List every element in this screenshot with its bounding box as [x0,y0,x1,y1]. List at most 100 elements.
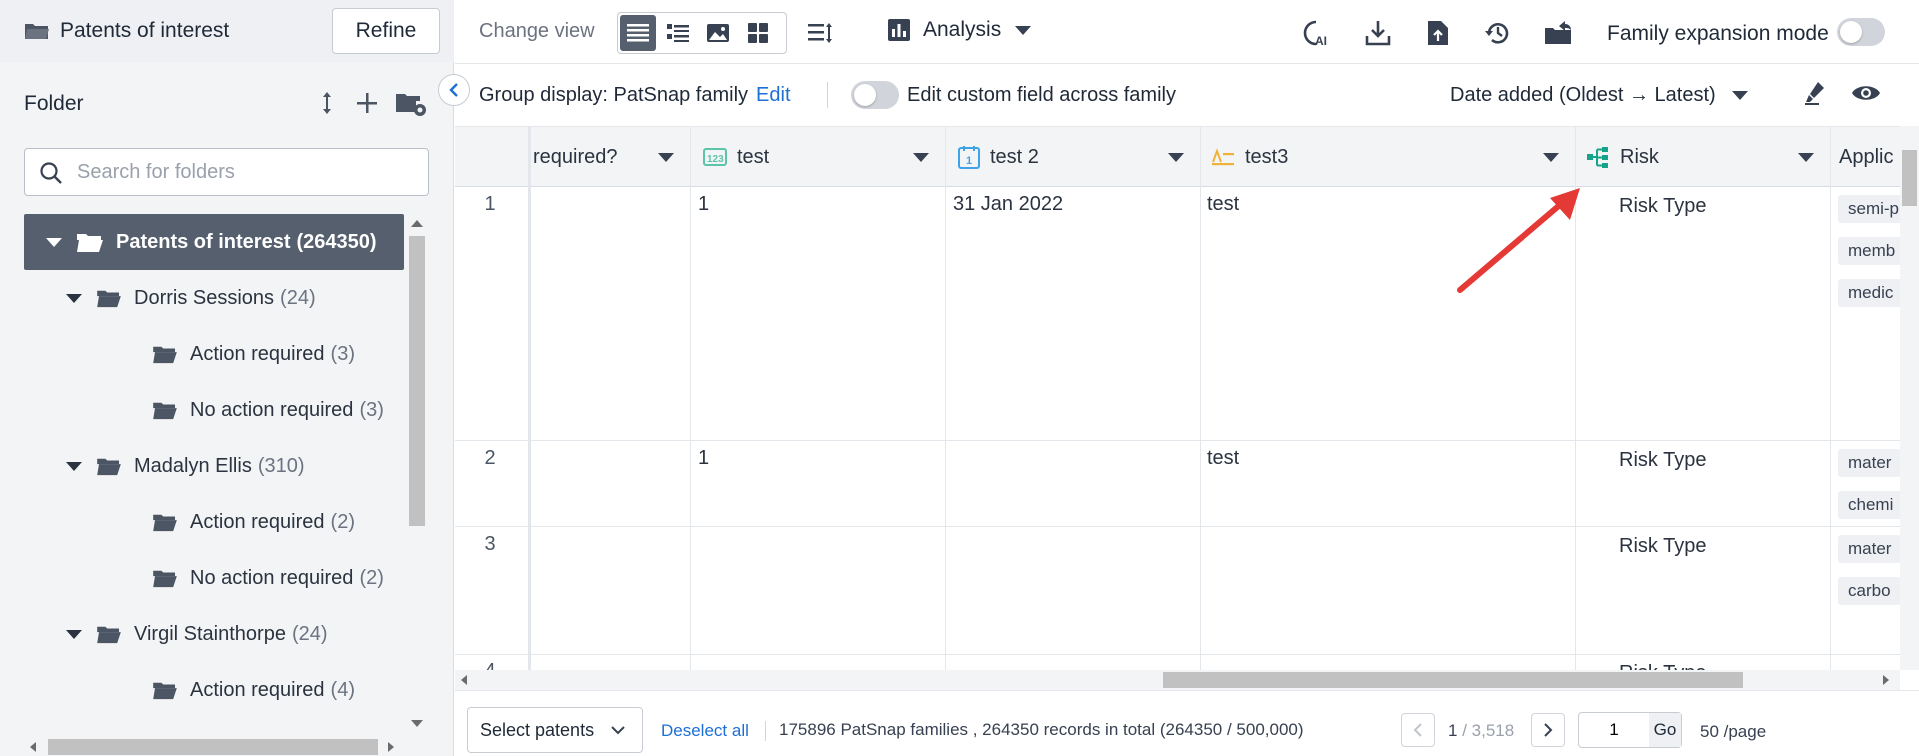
search-input[interactable] [77,159,407,185]
applicant-tag[interactable]: mater [1838,535,1900,563]
caret-down-icon[interactable] [1168,153,1184,162]
page-size-selector[interactable]: 50 /page [1700,722,1766,742]
cell-risk[interactable]: Risk Type [1619,662,1706,670]
refine-button[interactable]: Refine [332,8,440,54]
collapse-sidebar-button[interactable] [438,74,470,106]
export-button[interactable] [1421,16,1455,50]
edit-group-link[interactable]: Edit [756,84,790,106]
caret-down-icon[interactable] [66,462,82,471]
scrollbar-thumb[interactable] [1163,672,1743,688]
ai-button[interactable]: AI [1301,16,1335,50]
scrollbar-thumb[interactable] [1902,150,1917,206]
chevron-left-icon [447,82,461,98]
tree-item-root[interactable]: Patents of interest (264350) [24,214,404,270]
table-horizontal-scrollbar[interactable] [455,670,1900,690]
folder-label: Folder [24,92,84,116]
scroll-right-icon[interactable] [1883,675,1889,685]
tree-item-folder[interactable]: No action required (2) [24,550,404,606]
tree-item-label: Madalyn Ellis [134,455,252,478]
scroll-down-icon[interactable] [411,720,423,727]
deselect-all-link[interactable]: Deselect all [661,721,749,741]
folder-icon [24,21,50,41]
cell-test3[interactable]: test [1207,447,1239,470]
folder-settings-icon[interactable] [394,88,428,118]
caret-down-icon[interactable] [1798,153,1814,162]
hierarchy-tree-icon [1586,145,1610,169]
scroll-right-icon[interactable] [388,742,394,752]
applicant-tag[interactable]: mater [1838,449,1900,477]
tree-item-folder[interactable]: Action required (2) [24,494,404,550]
column-header-test3[interactable]: test3 [1201,127,1575,187]
column-header-applicant[interactable]: Applic [1831,127,1900,187]
folder-open-icon [152,680,178,700]
go-button[interactable]: Go [1649,713,1681,747]
applicant-tag[interactable]: carbo [1838,577,1900,605]
folder-open-icon [152,512,178,532]
scroll-left-icon[interactable] [461,675,467,685]
next-page-button[interactable] [1531,713,1565,747]
select-patents-dropdown[interactable]: Select patents [467,707,643,753]
image-icon [706,22,730,44]
sidebar-horizontal-scrollbar[interactable] [24,738,404,756]
applicant-tag[interactable]: memb [1838,237,1900,265]
tree-item-count: (3) [359,399,383,422]
row-height-button[interactable] [803,16,837,50]
tree-item-folder[interactable]: Action required (4) [24,662,404,718]
tree-item-folder[interactable]: Action required (3) [24,326,404,382]
prev-page-button[interactable] [1401,713,1435,747]
add-folder-icon[interactable] [352,88,382,118]
cell-test[interactable]: 1 [698,193,709,216]
family-expansion-toggle[interactable] [1837,18,1885,46]
goto-page-input[interactable] [1579,713,1649,747]
table-vertical-scrollbar[interactable] [1900,126,1919,670]
analysis-dropdown[interactable]: Analysis [887,18,1031,42]
column-header-risk[interactable]: Risk [1576,127,1830,187]
bar-chart-icon [887,18,911,42]
scroll-left-icon[interactable] [30,742,36,752]
caret-down-icon[interactable] [658,153,674,162]
tree-item-folder[interactable]: No action required (3) [24,382,404,438]
caret-down-icon[interactable] [66,294,82,303]
toggle-knob [854,84,876,106]
applicant-tag[interactable]: chemi [1838,491,1900,519]
highlight-button[interactable] [1799,76,1833,110]
detail-view-button[interactable] [658,13,698,53]
cell-test[interactable]: 1 [698,447,709,470]
scroll-up-icon[interactable] [411,220,423,227]
cell-test-2[interactable]: 31 Jan 2022 [953,193,1063,216]
image-view-button[interactable] [698,13,738,53]
list-view-button[interactable] [620,15,656,51]
caret-down-icon[interactable] [46,238,62,247]
tree-item-label: Action required [190,511,325,534]
expand-collapse-icon[interactable] [312,88,342,118]
applicant-tag[interactable]: medic [1838,279,1900,307]
sidebar-header: Patents of interest Refine [0,0,454,62]
caret-down-icon[interactable] [913,153,929,162]
row-number: 4 [455,660,525,670]
folder-open-icon [152,400,178,420]
scrollbar-thumb[interactable] [48,739,378,755]
edit-custom-field-toggle[interactable] [851,81,899,109]
cell-risk[interactable]: Risk Type [1619,535,1706,558]
column-header-test-2[interactable]: 1 test 2 [946,127,1200,187]
caret-down-icon[interactable] [1543,153,1559,162]
column-header-required[interactable]: required? [531,127,690,187]
applicant-tag[interactable]: semi-p [1838,195,1900,223]
tree-item-folder[interactable]: Dorris Sessions (24) [24,270,404,326]
caret-down-icon[interactable] [66,630,82,639]
visibility-button[interactable] [1849,76,1883,110]
share-button[interactable] [1541,16,1575,50]
sidebar-vertical-scrollbar[interactable] [407,214,427,734]
column-header-test[interactable]: 123 test [691,127,945,187]
cell-test3[interactable]: test [1207,193,1239,216]
cell-risk[interactable]: Risk Type [1619,449,1706,472]
scrollbar-thumb[interactable] [409,236,425,526]
cell-risk[interactable]: Risk Type [1619,195,1706,218]
sort-dropdown[interactable]: Date added (Oldest → Latest) [1450,84,1748,107]
tree-item-folder[interactable]: Virgil Stainthorpe (24) [24,606,404,662]
tree-item-folder[interactable]: Madalyn Ellis (310) [24,438,404,494]
tree-item-label: No action required [190,567,353,590]
download-button[interactable] [1361,16,1395,50]
grid-view-button[interactable] [738,13,778,53]
history-button[interactable] [1481,16,1515,50]
